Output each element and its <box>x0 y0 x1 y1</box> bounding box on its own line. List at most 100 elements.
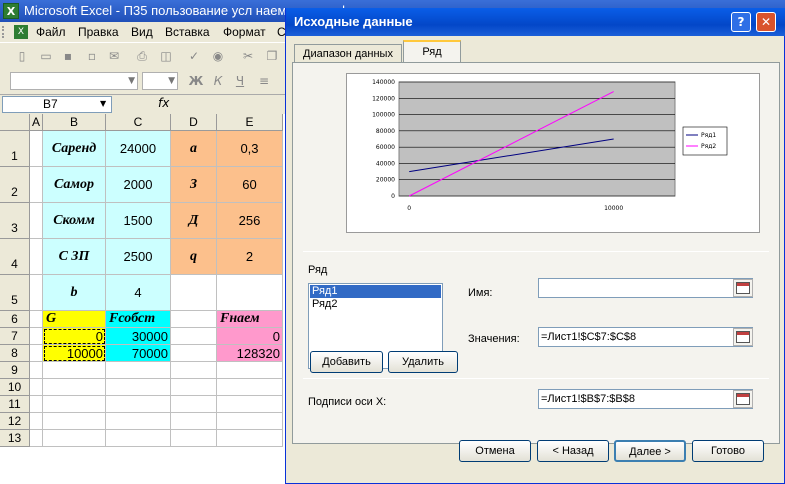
cell-e13[interactable] <box>217 430 283 447</box>
cell-c10[interactable] <box>106 379 171 396</box>
column-header-c[interactable]: C <box>106 114 171 131</box>
row-header-13[interactable]: 13 <box>0 430 30 447</box>
cell-a2[interactable] <box>30 167 43 203</box>
research-icon[interactable]: ◉ <box>210 48 226 64</box>
open-icon[interactable]: ▭ <box>38 48 54 64</box>
cell-c11[interactable] <box>106 396 171 413</box>
column-header-a[interactable]: A <box>30 114 43 131</box>
cell-c3[interactable]: 1500 <box>106 203 171 239</box>
bold-icon[interactable]: Ж <box>188 73 204 89</box>
row-header-1[interactable]: 1 <box>0 131 30 167</box>
cell-c7[interactable]: 30000 <box>106 328 171 345</box>
cell-e7[interactable]: 0 <box>217 328 283 345</box>
cell-d12[interactable] <box>171 413 217 430</box>
cell-e9[interactable] <box>217 362 283 379</box>
cell-c9[interactable] <box>106 362 171 379</box>
cell-e2[interactable]: 60 <box>217 167 283 203</box>
cell-a5[interactable] <box>30 275 43 311</box>
row-header-11[interactable]: 11 <box>0 396 30 413</box>
cell-b4[interactable]: С ЗП <box>43 239 106 275</box>
save-icon[interactable]: ▪ <box>60 48 76 64</box>
name-field[interactable] <box>538 278 753 298</box>
cell-e1[interactable]: 0,3 <box>217 131 283 167</box>
cell-d8[interactable] <box>171 345 217 362</box>
cell-e12[interactable] <box>217 413 283 430</box>
cell-d9[interactable] <box>171 362 217 379</box>
row-header-5[interactable]: 5 <box>0 275 30 311</box>
cell-e10[interactable] <box>217 379 283 396</box>
cell-a4[interactable] <box>30 239 43 275</box>
cell-d13[interactable] <box>171 430 217 447</box>
cell-b6[interactable]: G <box>43 311 106 328</box>
cell-a7[interactable] <box>30 328 43 345</box>
new-icon[interactable]: ▯ <box>14 48 30 64</box>
cell-c2[interactable]: 2000 <box>106 167 171 203</box>
finish-button[interactable]: Готово <box>692 440 764 462</box>
menu-insert[interactable]: Вставка <box>165 25 210 39</box>
column-header-e[interactable]: E <box>217 114 283 131</box>
cell-a8[interactable] <box>30 345 43 362</box>
fx-icon[interactable]: fx <box>158 96 169 110</box>
cell-b11[interactable] <box>43 396 106 413</box>
cell-e3[interactable]: 256 <box>217 203 283 239</box>
row-header-2[interactable]: 2 <box>0 167 30 203</box>
cell-c12[interactable] <box>106 413 171 430</box>
cell-b7[interactable]: 0 <box>43 328 106 345</box>
font-size-combo[interactable]: ▼ <box>142 72 178 90</box>
cell-d4[interactable]: q <box>171 239 217 275</box>
permission-icon[interactable]: ▫ <box>84 48 100 64</box>
series-item-1[interactable]: Ряд1 <box>310 285 441 298</box>
cell-c4[interactable]: 2500 <box>106 239 171 275</box>
cell-d5[interactable] <box>171 275 217 311</box>
row-header-10[interactable]: 10 <box>0 379 30 396</box>
cell-a11[interactable] <box>30 396 43 413</box>
cell-d3[interactable]: Д <box>171 203 217 239</box>
x-labels-field[interactable]: =Лист1!$B$7:$B$8 <box>538 389 753 409</box>
cell-e4[interactable]: 2 <box>217 239 283 275</box>
cell-c13[interactable] <box>106 430 171 447</box>
cell-b8[interactable]: 10000 <box>43 345 106 362</box>
cell-e6[interactable]: Fнаем <box>217 311 283 328</box>
cell-b1[interactable]: Саренд <box>43 131 106 167</box>
cell-a1[interactable] <box>30 131 43 167</box>
cell-b10[interactable] <box>43 379 106 396</box>
align-left-icon[interactable]: ≡ <box>256 73 272 89</box>
chevron-down-icon[interactable]: ▼ <box>100 99 106 108</box>
cell-c1[interactable]: 24000 <box>106 131 171 167</box>
cell-b13[interactable] <box>43 430 106 447</box>
cell-a3[interactable] <box>30 203 43 239</box>
cell-c8[interactable]: 70000 <box>106 345 171 362</box>
underline-icon[interactable]: Ч <box>232 73 248 89</box>
cell-a10[interactable] <box>30 379 43 396</box>
menu-view[interactable]: Вид <box>131 25 153 39</box>
series-item-2[interactable]: Ряд2 <box>310 298 441 311</box>
add-series-button[interactable]: Добавить <box>310 351 383 373</box>
collapse-dialog-icon[interactable] <box>733 279 753 297</box>
name-box[interactable]: B7 <box>2 96 112 113</box>
cell-b2[interactable]: Самор <box>43 167 106 203</box>
remove-series-button[interactable]: Удалить <box>388 351 458 373</box>
cell-c6[interactable]: Fсобст <box>106 311 171 328</box>
row-header-6[interactable]: 6 <box>0 311 30 328</box>
cut-icon[interactable]: ✂ <box>240 48 256 64</box>
cell-b3[interactable]: Скомм <box>43 203 106 239</box>
cell-d6[interactable] <box>171 311 217 328</box>
preview-icon[interactable]: ◫ <box>158 48 174 64</box>
cell-d1[interactable]: a <box>171 131 217 167</box>
workbook-icon[interactable]: X <box>14 25 28 39</box>
menu-edit[interactable]: Правка <box>78 25 119 39</box>
values-field[interactable]: =Лист1!$C$7:$C$8 <box>538 327 753 347</box>
print-icon[interactable]: ⎙ <box>134 48 150 64</box>
row-header-8[interactable]: 8 <box>0 345 30 362</box>
row-header-4[interactable]: 4 <box>0 239 30 275</box>
cell-d7[interactable] <box>171 328 217 345</box>
cell-e5[interactable] <box>217 275 283 311</box>
column-header-b[interactable]: B <box>43 114 106 131</box>
cell-d11[interactable] <box>171 396 217 413</box>
cell-b12[interactable] <box>43 413 106 430</box>
cell-e11[interactable] <box>217 396 283 413</box>
cell-b9[interactable] <box>43 362 106 379</box>
collapse-dialog-icon[interactable] <box>733 328 753 346</box>
collapse-dialog-icon[interactable] <box>733 390 753 408</box>
cell-a9[interactable] <box>30 362 43 379</box>
